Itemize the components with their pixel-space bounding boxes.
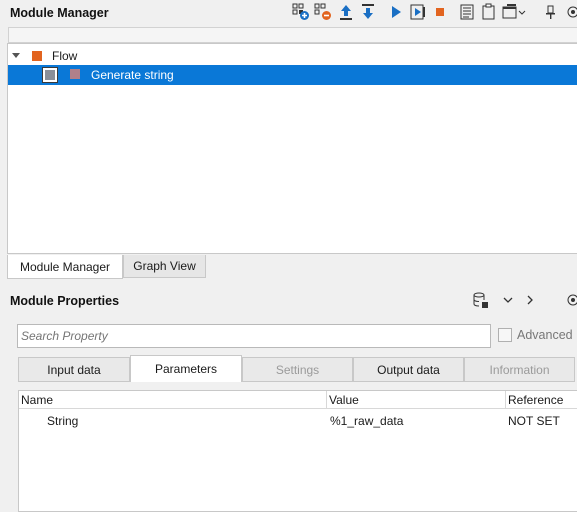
run-icon[interactable] [387, 3, 405, 21]
chevron-down-icon[interactable] [499, 291, 517, 309]
column-header-value[interactable]: Value [329, 393, 359, 407]
module-tree-header [8, 27, 577, 43]
column-header-reference[interactable]: Reference [508, 393, 563, 407]
column-divider[interactable] [326, 391, 327, 409]
tab-output-data[interactable]: Output data [353, 357, 464, 382]
window-icon[interactable] [502, 3, 526, 21]
module-enable-checkbox[interactable] [42, 67, 58, 83]
tab-graph-view[interactable]: Graph View [123, 255, 206, 278]
stop-icon[interactable] [431, 3, 449, 21]
tab-parameters[interactable]: Parameters [130, 355, 242, 382]
cell-value[interactable]: %1_raw_data [330, 414, 403, 428]
advanced-checkbox[interactable] [498, 328, 512, 342]
close-panel-icon[interactable] [564, 3, 577, 21]
properties-table[interactable]: Name Value Reference String %1_raw_data … [18, 390, 577, 512]
module-properties-title: Module Properties [10, 294, 120, 308]
tree-item-label: Generate string [91, 68, 174, 82]
module-tree[interactable]: Flow Generate string [7, 43, 577, 254]
move-up-icon[interactable] [337, 3, 355, 21]
move-down-icon[interactable] [359, 3, 377, 21]
tab-information: Information [464, 357, 575, 382]
add-module-icon[interactable] [292, 3, 310, 21]
flow-module-icon [32, 51, 42, 61]
tab-module-manager[interactable]: Module Manager [7, 255, 123, 279]
tree-item-flow[interactable]: Flow [8, 46, 577, 66]
column-header-name[interactable]: Name [21, 393, 53, 407]
expand-arrow-icon[interactable] [12, 53, 20, 58]
step-icon[interactable] [409, 3, 427, 21]
cell-name: String [47, 414, 79, 428]
database-settings-icon[interactable] [471, 291, 489, 309]
column-divider[interactable] [505, 391, 506, 409]
log-icon[interactable] [458, 3, 476, 21]
clipboard-icon[interactable] [480, 3, 498, 21]
tab-settings: Settings [242, 357, 353, 382]
cell-reference[interactable]: NOT SET [508, 414, 560, 428]
remove-module-icon[interactable] [314, 3, 332, 21]
settings-icon[interactable] [564, 291, 577, 309]
search-property-input[interactable] [17, 324, 491, 348]
tree-item-generate-string[interactable]: Generate string [8, 65, 577, 85]
table-header: Name Value Reference [19, 391, 577, 409]
string-module-icon [70, 69, 80, 79]
chevron-right-icon[interactable] [521, 291, 539, 309]
tree-item-label: Flow [52, 49, 78, 63]
tab-input-data[interactable]: Input data [18, 357, 130, 382]
advanced-label: Advanced [517, 328, 573, 342]
module-manager-title: Module Manager [10, 6, 109, 20]
pin-icon[interactable] [542, 3, 560, 21]
